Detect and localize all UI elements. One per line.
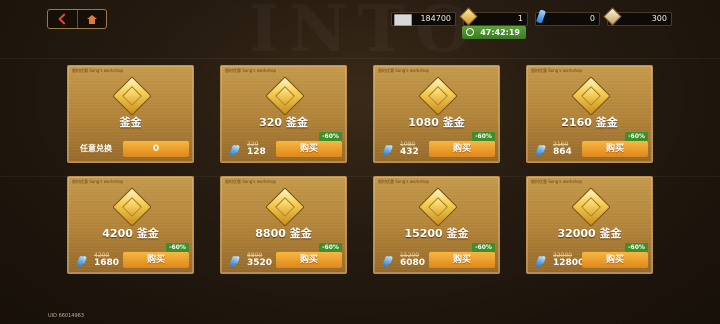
card-tag: 限时优惠 Song's workshop xyxy=(72,179,124,184)
shop-card: 限时优惠 Song's workshop 1080 釜金 1080 432 -6… xyxy=(373,65,500,163)
discount-badge: -60% xyxy=(625,243,648,252)
card-title: 1080 釜金 xyxy=(408,116,465,129)
gold-ingot-icon xyxy=(417,187,458,227)
card-tag: 限时优惠 Song's workshop xyxy=(225,179,277,184)
card-bottom: 8800 3520 -60% 购买 xyxy=(225,243,342,268)
home-icon xyxy=(86,14,97,24)
back-arrow-icon xyxy=(58,13,70,25)
gold-ingot-icon xyxy=(570,76,611,116)
timer-text: 47:42:19 xyxy=(480,28,520,37)
gold-ingot-icon xyxy=(570,187,611,227)
discount-badge: -60% xyxy=(625,132,648,141)
card-tag: 限时优惠 Song's workshop xyxy=(531,68,583,73)
gem-icon xyxy=(535,255,544,268)
card-title: 8800 釜金 xyxy=(255,227,312,240)
discount-badge: -60% xyxy=(319,132,342,141)
card-title: 釜金 xyxy=(119,116,142,129)
currency-value: 184700 xyxy=(420,14,451,23)
buy-button[interactable]: 购买 xyxy=(582,252,648,268)
buy-button[interactable]: 购买 xyxy=(276,141,342,157)
currency-value: 0 xyxy=(589,14,595,23)
currency-value: 300 xyxy=(651,14,667,23)
cash-icon xyxy=(394,14,412,26)
new-price: 864 xyxy=(553,147,572,157)
buy-button[interactable]: 购买 xyxy=(123,252,189,268)
silver-ingot-icon xyxy=(603,7,622,26)
gem-icon xyxy=(76,255,85,268)
new-price: 128 xyxy=(247,147,266,157)
currency-gem[interactable]: 0 xyxy=(535,9,600,26)
card-bottom: 任意兑换 0 xyxy=(72,141,189,157)
offer-timer: 47:42:19 xyxy=(462,26,526,39)
card-title: 15200 釜金 xyxy=(404,227,469,240)
buy-button[interactable]: 购买 xyxy=(429,252,495,268)
amount-input[interactable]: 0 xyxy=(123,141,189,157)
card-bottom: 320 128 -60% 购买 xyxy=(225,132,342,157)
currency-silver[interactable]: 300 xyxy=(603,7,672,26)
card-bottom: 32000 12800 -60% 购买 xyxy=(531,243,648,268)
card-bottom: 2160 864 -60% 购买 xyxy=(531,132,648,157)
discount-badge: -60% xyxy=(472,243,495,252)
card-tag: 限时优惠 Song's workshop xyxy=(531,179,583,184)
background-line xyxy=(0,58,720,59)
shop-card: 限时优惠 Song's workshop 8800 釜金 8800 3520 -… xyxy=(220,176,347,274)
gem-icon xyxy=(382,255,391,268)
new-price: 432 xyxy=(400,147,419,157)
card-bottom: 15200 6080 -60% 购买 xyxy=(378,243,495,268)
home-button[interactable] xyxy=(78,10,107,28)
gold-ingot-icon xyxy=(417,76,458,116)
clock-icon xyxy=(466,28,474,36)
shop-card: 限时优惠 Song's workshop 320 釜金 320 128 -60%… xyxy=(220,65,347,163)
gold-ingot-icon xyxy=(264,187,305,227)
gold-ingot-icon xyxy=(459,7,478,26)
new-price: 1680 xyxy=(94,258,120,268)
shop-card: 限时优惠 Song's workshop 4200 釜金 4200 1680 -… xyxy=(67,176,194,274)
shop-card: 限时优惠 Song's workshop 2160 釜金 2160 864 -6… xyxy=(526,65,653,163)
user-id-label: UID 66014963 xyxy=(48,313,85,319)
gem-icon xyxy=(535,9,547,24)
buy-button[interactable]: 购买 xyxy=(582,141,648,157)
card-title: 32000 釜金 xyxy=(557,227,622,240)
exchange-label: 任意兑换 xyxy=(80,144,112,153)
gold-ingot-icon xyxy=(111,76,152,116)
gem-icon xyxy=(229,255,238,268)
gem-icon xyxy=(535,144,544,157)
card-bottom: 1080 432 -60% 购买 xyxy=(378,132,495,157)
discount-badge: -60% xyxy=(319,243,342,252)
back-button[interactable] xyxy=(48,10,78,28)
gold-ingot-icon xyxy=(264,76,305,116)
gem-icon xyxy=(229,144,238,157)
gem-icon xyxy=(382,144,391,157)
card-tag: 限时优惠 Song's workshop xyxy=(225,68,277,73)
new-price: 12800 xyxy=(553,258,585,268)
discount-badge: -60% xyxy=(472,132,495,141)
discount-badge: -60% xyxy=(166,243,189,252)
currency-cash[interactable]: 184700 xyxy=(391,12,456,26)
gold-ingot-icon xyxy=(111,187,152,227)
card-title: 4200 釜金 xyxy=(102,227,159,240)
new-price: 6080 xyxy=(400,258,426,268)
currency-value: 1 xyxy=(517,14,523,23)
new-price: 3520 xyxy=(247,258,273,268)
card-title: 2160 釜金 xyxy=(561,116,618,129)
shop-card: 限时优惠 Song's workshop 32000 釜金 32000 1280… xyxy=(526,176,653,274)
currency-gold[interactable]: 1 xyxy=(459,7,528,26)
shop-card-custom: 限时优惠 Song's workshop 釜金 任意兑换 0 xyxy=(67,65,194,163)
shop-card: 限时优惠 Song's workshop 15200 釜金 15200 6080… xyxy=(373,176,500,274)
top-nav xyxy=(47,9,107,29)
card-tag: 限时优惠 Song's workshop xyxy=(378,68,430,73)
card-tag: 限时优惠 Song's workshop xyxy=(378,179,430,184)
buy-button[interactable]: 购买 xyxy=(276,252,342,268)
card-title: 320 釜金 xyxy=(259,116,308,129)
card-bottom: 4200 1680 -60% 购买 xyxy=(72,243,189,268)
buy-button[interactable]: 购买 xyxy=(429,141,495,157)
card-tag: 限时优惠 Song's workshop xyxy=(72,68,124,73)
